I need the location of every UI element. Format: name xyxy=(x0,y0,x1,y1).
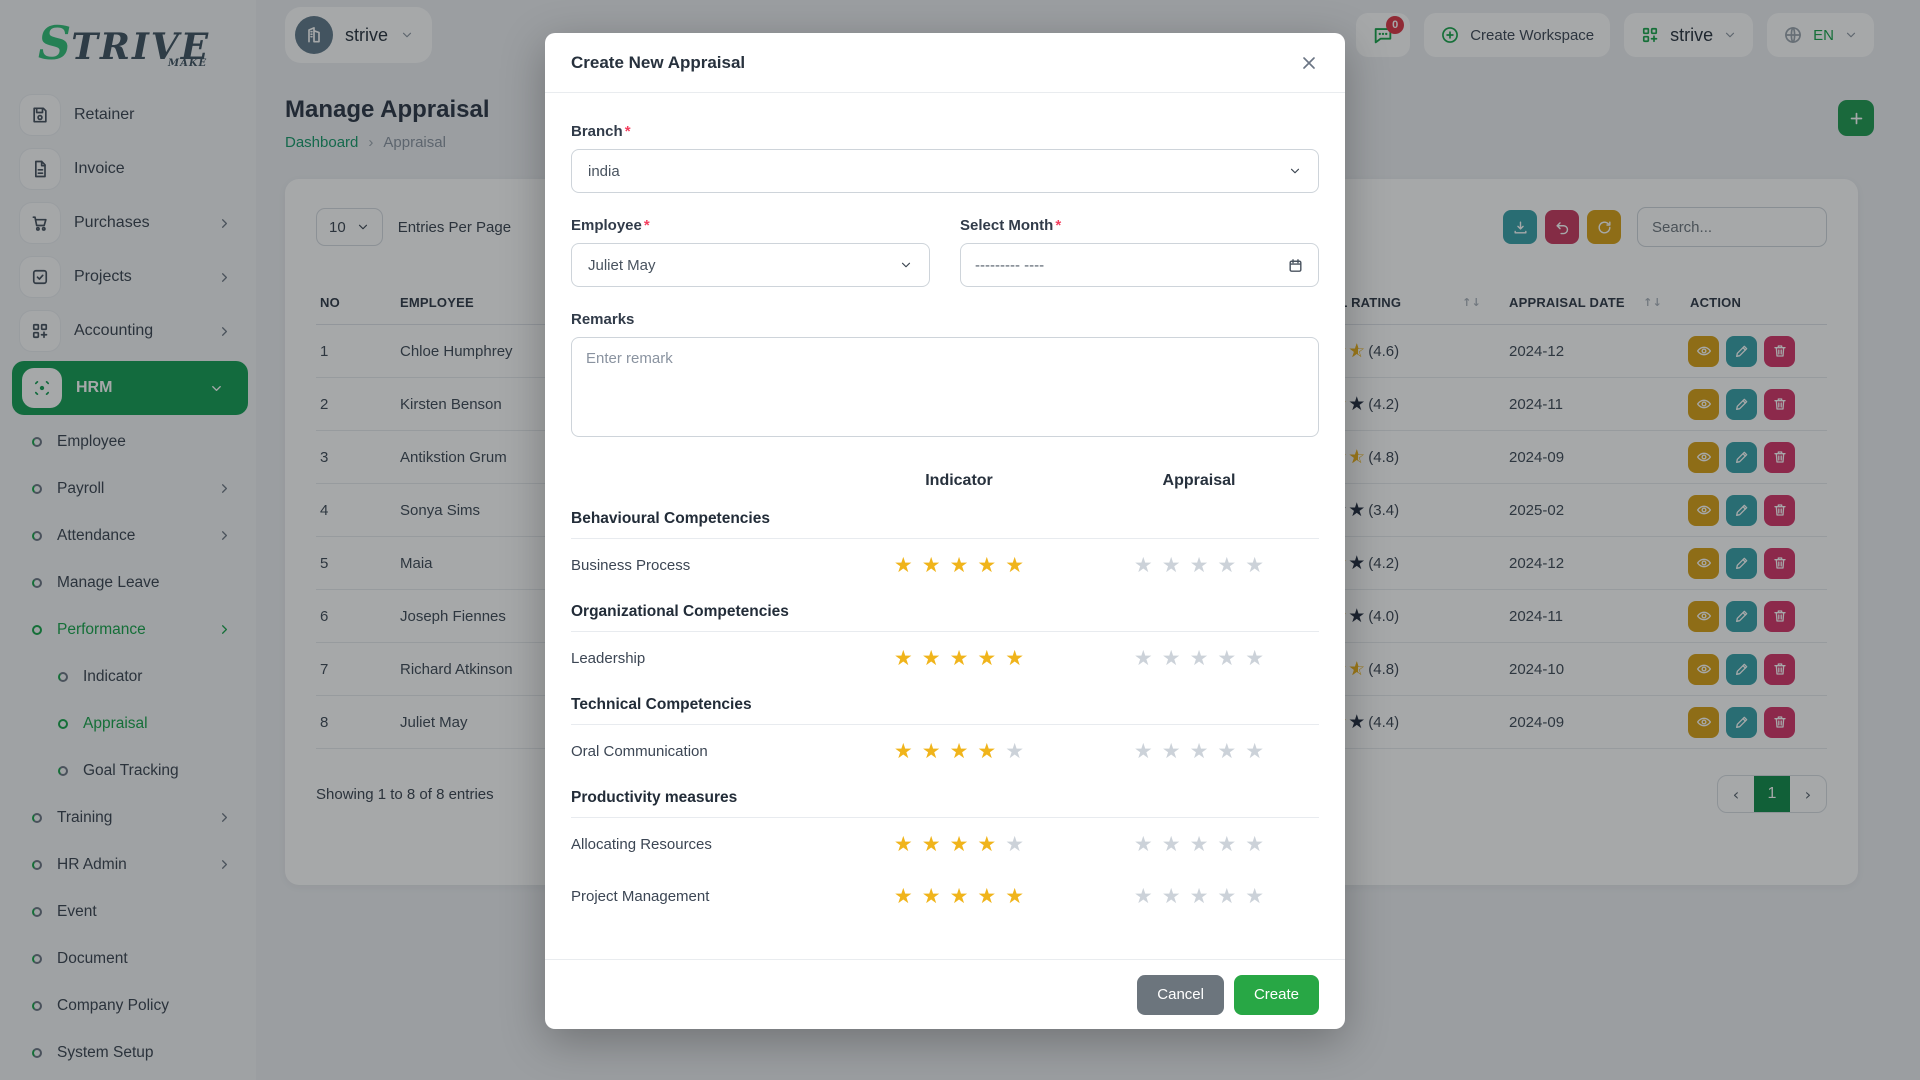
competency-row: Productivity measures Productivity measu… xyxy=(571,789,1319,818)
modal-header: Create New Appraisal xyxy=(545,33,1345,93)
required-mark: * xyxy=(643,217,650,234)
remarks-field: Remarks xyxy=(571,311,1319,442)
create-button[interactable]: Create xyxy=(1233,974,1319,1015)
competency-label: Business Process xyxy=(571,556,691,574)
branch-label: Branch * xyxy=(571,123,631,140)
cancel-button[interactable]: Cancel xyxy=(1137,974,1224,1015)
indicator-stars[interactable]: ★ ★ ★ ★ ★ xyxy=(839,554,1079,576)
branch-value: india xyxy=(588,162,620,180)
employee-value: Juliet May xyxy=(588,256,656,274)
employee-select[interactable]: Juliet May xyxy=(571,243,930,287)
competency-section-heading: Behavioural Competencies xyxy=(571,510,1319,539)
competency-row: Technical Competencies Technical Compete… xyxy=(571,696,1319,725)
indicator-stars[interactable]: ★ ★ ★ ★ ★ xyxy=(839,833,1079,855)
competency-row: Leadership Leadership ★★★★★ ★★★★★ xyxy=(571,632,1319,684)
competency-row: Business Process Business Process ★★★★★ … xyxy=(571,539,1319,591)
competency-label: Allocating Resources xyxy=(571,835,712,853)
indicator-column-label: Indicator xyxy=(925,472,993,489)
month-label: Select Month * xyxy=(960,217,1062,234)
competency-row: Project Management Project Management ★★… xyxy=(571,870,1319,922)
modal-body: Branch * india Employee * Juliet May Selec… xyxy=(545,93,1345,959)
appraisal-stars[interactable]: ★ ★ ★ ★ ★ xyxy=(1079,647,1319,669)
indicator-stars[interactable]: ★ ★ ★ ★ ★ xyxy=(839,885,1079,907)
employee-field: Employee * Juliet May xyxy=(571,217,930,287)
chevron-down-icon xyxy=(899,258,913,272)
competency-section-heading: Organizational Competencies xyxy=(571,603,1319,632)
appraisal-column-label: Appraisal xyxy=(1162,472,1236,489)
competency-label: Leadership xyxy=(571,649,646,667)
close-icon[interactable] xyxy=(1299,53,1319,73)
chevron-down-icon xyxy=(1288,164,1302,178)
required-mark: * xyxy=(1055,217,1062,234)
branch-field: Branch * india xyxy=(571,123,1319,193)
employee-month-row: Employee * Juliet May Select Month * -----… xyxy=(571,217,1319,287)
modal-title: Create New Appraisal xyxy=(571,52,746,72)
month-field-wrap: Select Month * --------- ---- xyxy=(960,217,1319,287)
competency-row: Allocating Resources Allocating Resource… xyxy=(571,818,1319,870)
rating-columns-header: Indicator Appraisal xyxy=(571,464,1319,498)
appraisal-stars[interactable]: ★ ★ ★ ★ ★ xyxy=(1079,885,1319,907)
competency-row: Organizational Competencies Organization… xyxy=(571,603,1319,632)
indicator-stars[interactable]: ★ ★ ★ ★ ★ xyxy=(839,740,1079,762)
competency-section-heading: Productivity measures xyxy=(571,789,1319,818)
calendar-icon xyxy=(1287,257,1304,274)
appraisal-stars[interactable]: ★ ★ ★ ★ ★ xyxy=(1079,740,1319,762)
competency-label: Oral Communication xyxy=(571,742,708,760)
remarks-label: Remarks xyxy=(571,311,635,328)
remarks-textarea[interactable] xyxy=(571,337,1319,437)
appraisal-stars[interactable]: ★ ★ ★ ★ ★ xyxy=(1079,833,1319,855)
month-placeholder: --------- ---- xyxy=(975,256,1045,274)
required-mark: * xyxy=(624,123,631,140)
month-input[interactable]: --------- ---- xyxy=(960,243,1319,287)
branch-select[interactable]: india xyxy=(571,149,1319,193)
indicator-stars[interactable]: ★ ★ ★ ★ ★ xyxy=(839,647,1079,669)
competency-section-heading: Technical Competencies xyxy=(571,696,1319,725)
appraisal-stars[interactable]: ★ ★ ★ ★ ★ xyxy=(1079,554,1319,576)
competency-label: Project Management xyxy=(571,887,710,905)
create-appraisal-modal: Create New Appraisal Branch * india Emplo… xyxy=(545,33,1345,1029)
modal-footer: Cancel Create xyxy=(545,959,1345,1029)
employee-label: Employee * xyxy=(571,217,650,234)
competency-row: Oral Communication Oral Communication ★★… xyxy=(571,725,1319,777)
competency-row: Behavioural Competencies Behavioural Com… xyxy=(571,510,1319,539)
